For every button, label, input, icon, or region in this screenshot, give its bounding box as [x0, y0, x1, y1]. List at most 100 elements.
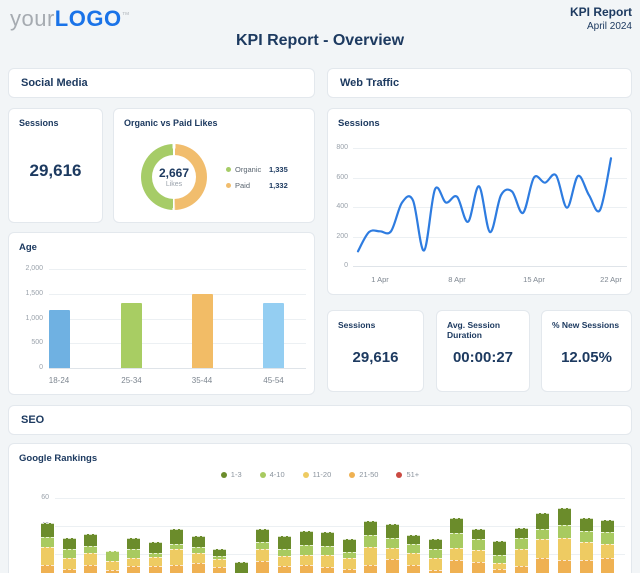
- rankings-segment-4-10: [601, 532, 614, 544]
- rankings-segment-21-50: [515, 566, 528, 573]
- rankings-bar: [558, 508, 571, 573]
- age-bar-25-34: [121, 303, 142, 368]
- gridline: [49, 368, 306, 369]
- rankings-segment-21-50: [170, 565, 183, 573]
- donut-center: 2,667 Likes: [152, 155, 196, 199]
- rankings-segment-21-50: [601, 558, 614, 573]
- rankings-bar: [170, 529, 183, 573]
- rankings-segment-21-50: [580, 560, 593, 573]
- rankings-segment-21-50: [407, 565, 420, 573]
- rankings-segment-4-10: [63, 549, 76, 557]
- rankings-segment-4-10: [256, 542, 269, 549]
- rankings-segment-21-50: [493, 569, 506, 573]
- rankings-segment-1-3: [127, 538, 140, 549]
- rankings-segment-11-20: [149, 557, 162, 566]
- rankings-segment-21-50: [300, 565, 313, 573]
- rankings-segment-1-3: [213, 549, 226, 556]
- rankings-segment-11-20: [536, 539, 549, 558]
- rankings-segment-11-20: [472, 550, 485, 562]
- rankings-segment-1-3: [407, 535, 420, 545]
- rankings-segment-21-50: [386, 559, 399, 573]
- age-bar-45-54: [263, 303, 284, 368]
- rankings-bar: [149, 542, 162, 573]
- rankings-segment-1-3: [192, 536, 205, 547]
- rankings-segment-1-3: [493, 541, 506, 555]
- rankings-segment-21-50: [364, 565, 377, 573]
- rankings-segment-11-20: [580, 542, 593, 560]
- rankings-bar: [407, 535, 420, 573]
- gridline: [49, 269, 306, 270]
- rankings-segment-4-10: [41, 537, 54, 548]
- rankings-segment-4-10: [515, 538, 528, 549]
- rankings-segment-1-3: [558, 508, 571, 526]
- rankings-segment-4-10: [580, 531, 593, 542]
- avg-session-duration-card: Avg. Session Duration 00:00:27: [436, 310, 530, 392]
- new-sessions-pct-card: % New Sessions 12.05%: [541, 310, 632, 392]
- rankings-segment-11-20: [213, 559, 226, 567]
- rankings-segment-4-10: [127, 549, 140, 557]
- line-series: [328, 109, 633, 296]
- x-axis-tick: 18-24: [34, 376, 84, 385]
- rankings-segment-21-50: [450, 560, 463, 573]
- rankings-segment-1-3: [364, 521, 377, 535]
- rankings-bar: [213, 549, 226, 573]
- rankings-bar: [515, 528, 528, 573]
- rankings-segment-1-3: [300, 531, 313, 545]
- rankings-segment-21-50: [429, 570, 442, 573]
- section-label: Web Traffic: [340, 77, 399, 89]
- rankings-segment-1-3: [472, 529, 485, 539]
- rankings-segment-11-20: [343, 558, 356, 569]
- rankings-segment-1-3: [235, 562, 248, 573]
- web-sessions-stat-card: Sessions 29,616: [327, 310, 424, 392]
- rankings-bar: [84, 534, 97, 573]
- rankings-segment-21-50: [149, 566, 162, 573]
- rankings-bar: [256, 529, 269, 573]
- rankings-segment-1-3: [84, 534, 97, 547]
- gridline: [49, 294, 306, 295]
- rankings-segment-1-3: [580, 518, 593, 531]
- rankings-segment-21-50: [472, 562, 485, 573]
- rankings-segment-11-20: [84, 553, 97, 564]
- rankings-bar: [580, 518, 593, 573]
- rankings-bar: [63, 538, 76, 573]
- rankings-segment-1-3: [343, 539, 356, 552]
- rankings-segment-4-10: [84, 546, 97, 553]
- y-axis-tick: 1,500: [11, 290, 43, 297]
- rankings-segment-1-3: [450, 518, 463, 533]
- stat-label: % New Sessions: [552, 320, 619, 330]
- rankings-segment-4-10: [536, 529, 549, 539]
- y-axis-tick: 2,000: [11, 265, 43, 272]
- logo-prefix: your: [10, 6, 55, 31]
- donut-center-label: Likes: [166, 181, 182, 188]
- rankings-segment-11-20: [63, 558, 76, 569]
- rankings-segment-11-20: [601, 544, 614, 557]
- rankings-segment-11-20: [429, 558, 442, 569]
- legend-value: 1,332: [269, 181, 288, 190]
- rankings-bar: [472, 529, 485, 573]
- rankings-segment-1-3: [278, 536, 291, 549]
- rankings-segment-1-3: [515, 528, 528, 539]
- rankings-bar: [450, 518, 463, 573]
- google-rankings-stacked-chart: 204060: [9, 444, 631, 573]
- rankings-segment-1-3: [63, 538, 76, 549]
- rankings-segment-11-20: [386, 548, 399, 559]
- rankings-bar: [127, 538, 140, 573]
- y-axis-tick: 1,000: [11, 315, 43, 322]
- rankings-bar: [429, 539, 442, 573]
- rankings-segment-11-20: [41, 547, 54, 565]
- age-chart-card: Age 05001,0001,5002,00018-2425-3435-4445…: [8, 232, 315, 395]
- legend-item-organic: Organic1,335: [226, 165, 308, 174]
- google-rankings-card: Google Rankings 1-34-1011-2021-5051+ 204…: [8, 443, 632, 573]
- report-title: KPI Report: [570, 5, 632, 19]
- rankings-segment-11-20: [192, 553, 205, 563]
- rankings-segment-11-20: [127, 558, 140, 566]
- legend-value: 1,335: [269, 165, 288, 174]
- rankings-segment-1-3: [536, 513, 549, 529]
- stat-label: Avg. Session Duration: [447, 320, 529, 340]
- rankings-segment-4-10: [386, 538, 399, 548]
- stat-value: 00:00:27: [437, 349, 529, 366]
- rankings-segment-11-20: [407, 553, 420, 564]
- legend-item-paid: Paid1,332: [226, 181, 308, 190]
- rankings-bar: [41, 523, 54, 573]
- web-sessions-chart-card: Sessions 02004006008001 Apr8 Apr15 Apr22…: [327, 108, 632, 295]
